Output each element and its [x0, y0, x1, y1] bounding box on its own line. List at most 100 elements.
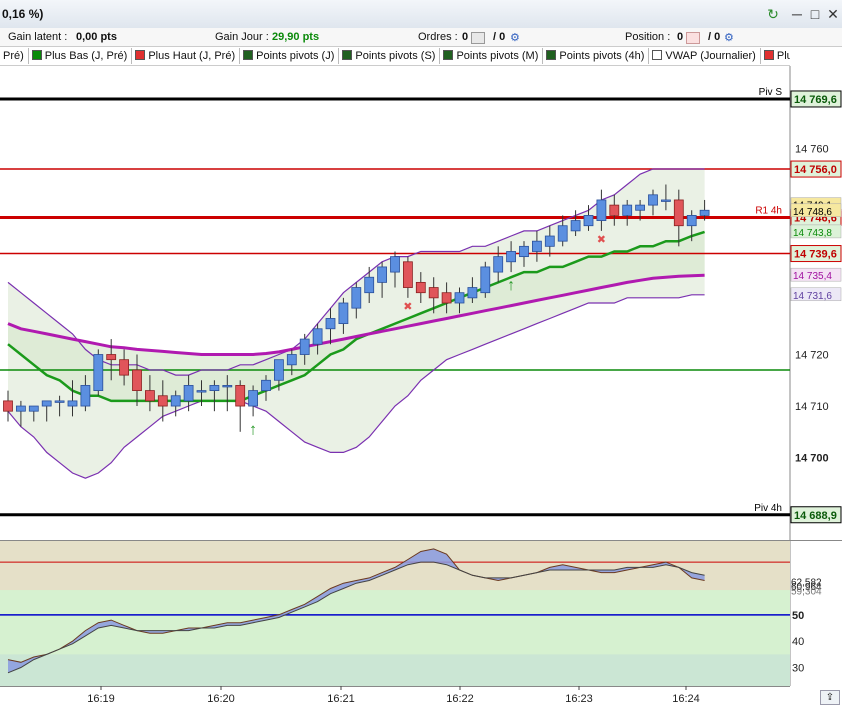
- candle[interactable]: [583, 215, 594, 227]
- candle[interactable]: [648, 194, 658, 206]
- legend-item[interactable]: Plus Bas (J, Pré): [29, 48, 133, 64]
- minimize-button[interactable]: ─: [788, 5, 806, 23]
- candle[interactable]: [557, 225, 568, 242]
- legend-item[interactable]: Points pivots (4h): [543, 48, 650, 64]
- level-price-text: 14 769,6: [794, 94, 837, 106]
- candle[interactable]: [506, 251, 517, 263]
- account-status-bar: Gain latent : 0,00 pts Gain Jour : 29,90…: [0, 28, 842, 47]
- candle[interactable]: [467, 287, 478, 299]
- candle[interactable]: [248, 390, 259, 407]
- candle[interactable]: [299, 338, 310, 355]
- indicator-value-text: 14 743,8: [793, 228, 832, 239]
- candle[interactable]: [93, 354, 104, 391]
- legend-item[interactable]: Plus Ha: [761, 48, 790, 64]
- indicator-value-text: 14 731,6: [793, 291, 832, 302]
- position-count: 0: [677, 31, 684, 43]
- candle[interactable]: [673, 199, 684, 227]
- price-axis-bg: [790, 66, 842, 540]
- candle[interactable]: [170, 395, 181, 407]
- level-name: R1 4h: [755, 205, 782, 216]
- candle[interactable]: [519, 245, 529, 258]
- time-tick-label: 16:23: [565, 693, 593, 705]
- candle[interactable]: [119, 359, 129, 376]
- level-name: Piv S: [759, 87, 783, 98]
- candle[interactable]: [544, 235, 555, 247]
- candle[interactable]: [196, 390, 207, 393]
- level-name: Piv 4h: [754, 503, 782, 514]
- candle[interactable]: [596, 199, 607, 221]
- close-button[interactable]: ✕: [824, 5, 842, 23]
- legend-label: Points pivots (4h): [559, 50, 645, 62]
- latent-gain-label: Gain latent :: [8, 31, 68, 43]
- chart-canvas: Piv S14 769,614 756,0R1 4h14 746,614 739…: [0, 66, 842, 706]
- time-axis: 16:19 16:20 16:21 16:22 16:23 16:24: [0, 686, 842, 706]
- candle[interactable]: [183, 385, 194, 402]
- legend-item[interactable]: VWAP (Journalier): [649, 48, 761, 64]
- candle[interactable]: [3, 400, 13, 412]
- candle[interactable]: [454, 292, 465, 304]
- legend-label: Points pivots (M): [456, 50, 539, 62]
- price-tick-label: 14 700: [795, 453, 829, 465]
- refresh-icon[interactable]: ↻: [764, 5, 782, 23]
- orders-icon[interactable]: [471, 32, 485, 44]
- scroll-up-button[interactable]: ⇪: [820, 690, 840, 705]
- candle[interactable]: [686, 215, 697, 227]
- legend-label: Points pivots (S): [355, 50, 436, 62]
- time-tick-label: 16:21: [327, 693, 355, 705]
- oscillator-tick-label: 30: [792, 663, 804, 675]
- restore-button[interactable]: □: [806, 5, 824, 23]
- candle[interactable]: [402, 261, 413, 288]
- candle[interactable]: [338, 302, 349, 325]
- day-gain-value: 29,90 pts: [272, 31, 320, 43]
- candle[interactable]: [106, 354, 117, 361]
- candle[interactable]: [415, 281, 426, 294]
- orders-settings-icon[interactable]: ⚙: [510, 31, 520, 44]
- legend-item[interactable]: Points pivots (S): [339, 48, 441, 64]
- candle[interactable]: [699, 209, 710, 216]
- candle[interactable]: [312, 328, 323, 345]
- candle[interactable]: [286, 354, 297, 366]
- candle[interactable]: [661, 199, 671, 202]
- latent-gain-value: 0,00 pts: [76, 31, 117, 43]
- level-price-text: 14 688,9: [794, 510, 837, 522]
- candle[interactable]: [364, 276, 375, 294]
- candle[interactable]: [609, 204, 620, 216]
- candle[interactable]: [480, 266, 491, 294]
- candle[interactable]: [493, 256, 504, 273]
- candle[interactable]: [144, 390, 155, 402]
- candle[interactable]: [428, 287, 439, 299]
- candle[interactable]: [261, 379, 271, 391]
- candle[interactable]: [377, 266, 388, 283]
- legend-item[interactable]: Points pivots (J): [240, 48, 340, 64]
- sell-cross-icon: ✖: [403, 301, 412, 313]
- position-settings-icon[interactable]: ⚙: [724, 31, 734, 44]
- candle[interactable]: [622, 204, 633, 216]
- candle[interactable]: [28, 405, 39, 412]
- candle[interactable]: [532, 240, 542, 252]
- legend-item[interactable]: Pré): [0, 48, 29, 64]
- position-icon[interactable]: [686, 32, 700, 44]
- legend-label: Plus Ha: [776, 50, 790, 62]
- candle[interactable]: [325, 318, 336, 330]
- candle[interactable]: [390, 256, 400, 273]
- candle[interactable]: [235, 385, 246, 407]
- candle[interactable]: [80, 385, 91, 407]
- candle[interactable]: [15, 405, 26, 412]
- indicator-legend: Pré) Plus Bas (J, Pré) Plus Haut (J, Pré) P…: [0, 47, 790, 66]
- candle[interactable]: [209, 385, 220, 391]
- candle[interactable]: [132, 369, 142, 391]
- candle[interactable]: [570, 220, 581, 232]
- candle[interactable]: [273, 359, 284, 381]
- candle[interactable]: [222, 385, 233, 388]
- candle[interactable]: [41, 400, 52, 407]
- candle[interactable]: [441, 292, 452, 304]
- candle[interactable]: [67, 400, 78, 407]
- day-gain-label: Gain Jour :: [215, 31, 269, 43]
- candle[interactable]: [157, 395, 168, 407]
- legend-item[interactable]: Plus Haut (J, Pré): [132, 48, 241, 64]
- candle[interactable]: [351, 287, 362, 309]
- legend-swatch: [763, 50, 774, 60]
- candle[interactable]: [54, 400, 65, 403]
- candle[interactable]: [635, 204, 645, 211]
- legend-item[interactable]: Points pivots (M): [440, 48, 544, 64]
